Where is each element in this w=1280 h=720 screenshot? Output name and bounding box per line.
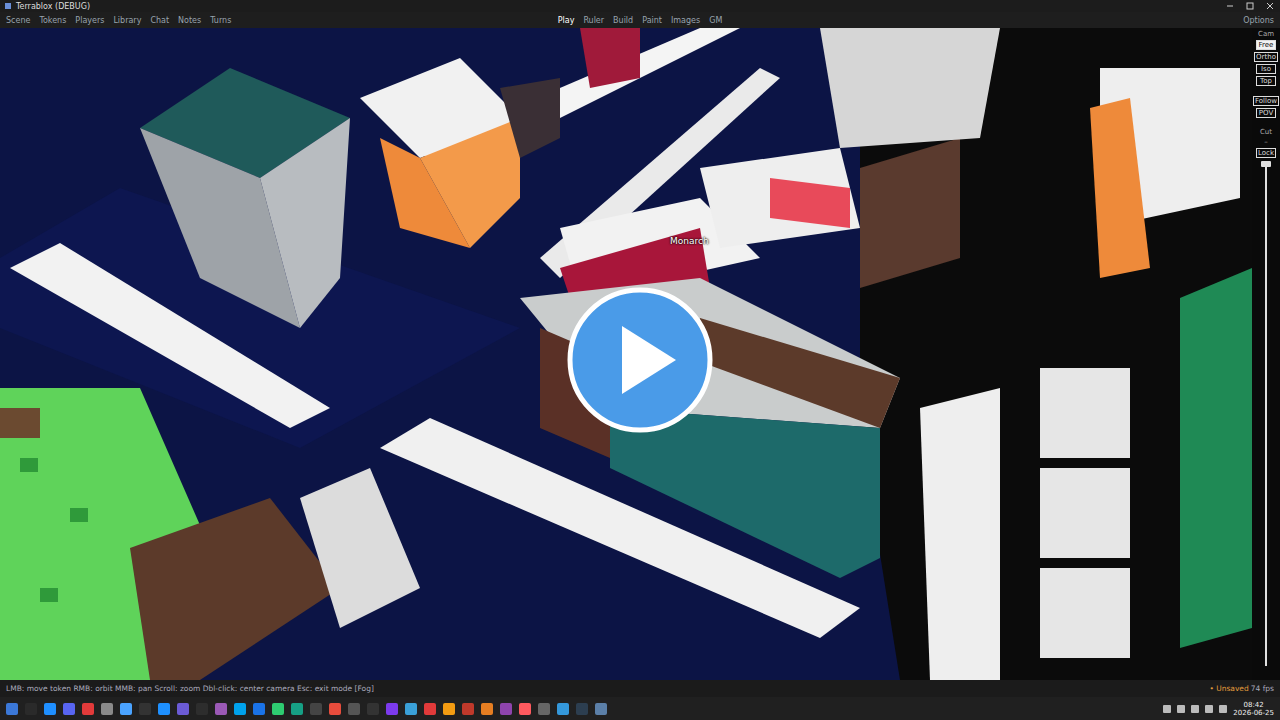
app-icon[interactable] <box>291 703 303 715</box>
mode-tab[interactable]: GM <box>709 16 722 25</box>
app-icon[interactable] <box>348 703 360 715</box>
fps-counter: 74 fps <box>1251 684 1274 693</box>
minimize-icon[interactable] <box>1224 0 1236 12</box>
title-bar: Terrablox (DEBUG) <box>0 0 1280 12</box>
menu-item[interactable]: Tokens <box>39 16 66 25</box>
slider-fill <box>1265 164 1267 666</box>
menu-bar: Scene Tokens Players Library Chat Notes Turns P… <box>0 12 1280 28</box>
mode-tab[interactable]: Play <box>558 16 575 25</box>
camera-mode-button[interactable]: Free <box>1256 40 1276 50</box>
taskbar: 08:422026-06-25 <box>0 697 1280 720</box>
app-icon[interactable] <box>329 703 341 715</box>
app-icon[interactable] <box>234 703 246 715</box>
app-icon[interactable] <box>443 703 455 715</box>
app-icon[interactable] <box>481 703 493 715</box>
menu-left: Scene Tokens Players Library Chat Notes Turns <box>6 16 558 25</box>
mode-tab[interactable]: Paint <box>642 16 662 25</box>
mode-tab[interactable]: Build <box>613 16 633 25</box>
tray-icon[interactable] <box>1191 705 1199 713</box>
camera-title: Cam <box>1258 30 1274 38</box>
lock-button[interactable]: Lock <box>1256 148 1276 158</box>
app-icon[interactable] <box>82 703 94 715</box>
menu-item[interactable]: Turns <box>210 16 231 25</box>
app-icon[interactable] <box>6 703 18 715</box>
camera-panel: Cam Free Ortho Iso Top Follow POV Cut – Lock <box>1252 28 1280 680</box>
close-icon[interactable] <box>1264 0 1276 12</box>
menu-item[interactable]: Scene <box>6 16 30 25</box>
mode-tab[interactable]: Ruler <box>583 16 604 25</box>
cut-slider[interactable] <box>1265 164 1267 666</box>
camera-toggle-button[interactable]: POV <box>1256 108 1276 118</box>
menu-item[interactable]: Library <box>113 16 141 25</box>
cut-value: – <box>1264 138 1268 146</box>
status-right: • Unsaved74 fps <box>1209 684 1274 693</box>
app-icon[interactable] <box>424 703 436 715</box>
app-icon[interactable] <box>386 703 398 715</box>
camera-mode-button[interactable]: Top <box>1256 76 1276 86</box>
options-menu[interactable]: Options <box>1243 16 1274 25</box>
app-icon[interactable] <box>120 703 132 715</box>
save-state: • Unsaved <box>1209 684 1248 693</box>
app-icon[interactable] <box>595 703 607 715</box>
mode-tabs: Play Ruler Build Paint Images GM <box>558 16 723 25</box>
app-icon[interactable] <box>557 703 569 715</box>
menu-item[interactable]: Players <box>75 16 104 25</box>
window-controls <box>1220 0 1280 12</box>
app-icon[interactable] <box>177 703 189 715</box>
clock-date: 2026-06-25 <box>1233 709 1274 717</box>
app-icon[interactable] <box>215 703 227 715</box>
play-icon[interactable] <box>566 286 714 434</box>
tray-icon[interactable] <box>1219 705 1227 713</box>
control-hints: LMB: move token RMB: orbit MMB: pan Scro… <box>6 684 1209 693</box>
app-icon <box>4 2 12 10</box>
app-icon[interactable] <box>538 703 550 715</box>
camera-mode-button[interactable]: Iso <box>1256 64 1276 74</box>
menu-right: Options <box>722 16 1274 25</box>
app-icon[interactable] <box>25 703 37 715</box>
window-title: Terrablox (DEBUG) <box>16 2 90 11</box>
app-icon[interactable] <box>500 703 512 715</box>
app-icon[interactable] <box>253 703 265 715</box>
cut-label: Cut <box>1260 128 1272 136</box>
camera-toggle-button[interactable]: Follow <box>1253 96 1279 106</box>
app-icon[interactable] <box>101 703 113 715</box>
clock[interactable]: 08:422026-06-25 <box>1233 701 1274 717</box>
slider-knob[interactable] <box>1261 161 1271 167</box>
tray-icon[interactable] <box>1205 705 1213 713</box>
menu-item[interactable]: Chat <box>150 16 169 25</box>
tray-icon[interactable] <box>1163 705 1171 713</box>
app-icon[interactable] <box>462 703 474 715</box>
token-label[interactable]: Monarch <box>668 235 711 247</box>
app-icon[interactable] <box>519 703 531 715</box>
app-icon[interactable] <box>272 703 284 715</box>
app-icon[interactable] <box>367 703 379 715</box>
app-icon[interactable] <box>405 703 417 715</box>
clock-time: 08:42 <box>1233 701 1274 709</box>
app-icon[interactable] <box>139 703 151 715</box>
menu-item[interactable]: Notes <box>178 16 201 25</box>
app-icon[interactable] <box>576 703 588 715</box>
camera-mode-button[interactable]: Ortho <box>1254 52 1278 62</box>
tray-icon[interactable] <box>1177 705 1185 713</box>
taskbar-icons <box>6 703 1157 715</box>
app-icon[interactable] <box>44 703 56 715</box>
app-icon[interactable] <box>158 703 170 715</box>
maximize-icon[interactable] <box>1244 0 1256 12</box>
status-bar: LMB: move token RMB: orbit MMB: pan Scro… <box>0 680 1280 697</box>
system-tray: 08:422026-06-25 <box>1163 701 1274 717</box>
app-icon[interactable] <box>63 703 75 715</box>
app-icon[interactable] <box>196 703 208 715</box>
mode-tab[interactable]: Images <box>671 16 700 25</box>
app-icon[interactable] <box>310 703 322 715</box>
